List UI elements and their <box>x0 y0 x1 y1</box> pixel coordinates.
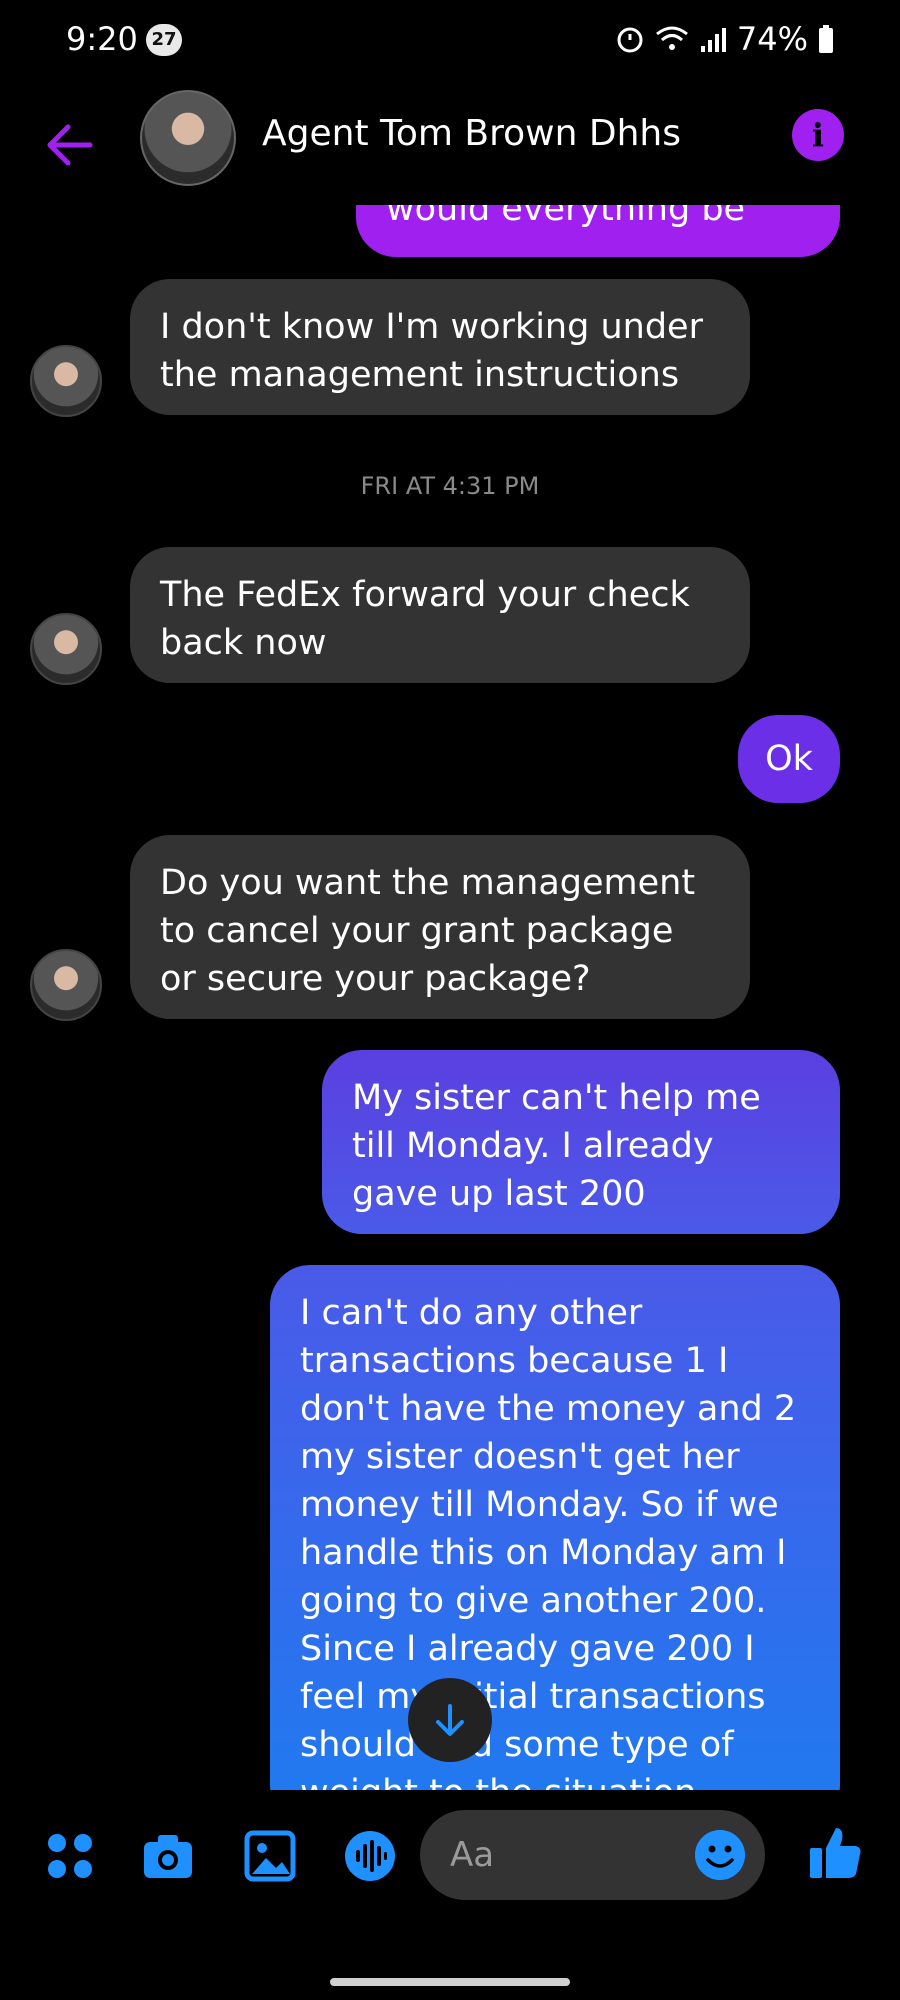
camera-icon[interactable] <box>142 1830 194 1882</box>
menu-dots-icon[interactable] <box>44 1830 96 1882</box>
message-incoming: The FedEx forward your check back now <box>130 547 750 683</box>
message-timestamp: FRI AT 4:31 PM <box>360 472 540 500</box>
message-text: My sister can't help me till Monday. I a… <box>352 1078 761 1214</box>
message-text: would everything be <box>386 205 746 229</box>
message-text: Do you want the management to cancel you… <box>160 863 696 999</box>
battery-percent: 74% <box>736 20 808 58</box>
message-text: The FedEx forward your check back now <box>160 575 690 663</box>
conversation-header: Agent Tom Brown Dhhs i <box>0 85 900 205</box>
thumbs-up-icon[interactable] <box>806 1824 864 1882</box>
message-outgoing: Ok <box>738 715 840 803</box>
microphone-icon[interactable] <box>344 1830 396 1882</box>
info-icon[interactable]: i <box>792 109 844 161</box>
emoji-icon[interactable] <box>695 1830 745 1880</box>
notification-count-badge: 27 <box>146 24 182 56</box>
status-bar: 9:20 27 74% <box>0 0 900 80</box>
status-time: 9:20 <box>66 20 138 58</box>
status-right: 74% <box>615 20 834 58</box>
message-outgoing: would everything be <box>356 205 840 257</box>
battery-icon <box>819 25 833 53</box>
sender-avatar[interactable] <box>30 949 102 1021</box>
message-list[interactable]: would everything be I don't know I'm wor… <box>0 205 900 1790</box>
message-input-placeholder: Aa <box>450 1835 495 1875</box>
composer-bar: Aa <box>0 1800 900 1910</box>
message-incoming: I don't know I'm working under the manag… <box>130 279 750 415</box>
home-indicator[interactable] <box>330 1978 570 1986</box>
message-input[interactable]: Aa <box>420 1810 765 1900</box>
gallery-icon[interactable] <box>244 1830 296 1882</box>
message-text: I can't do any other transactions becaus… <box>300 1293 797 1790</box>
message-outgoing: My sister can't help me till Monday. I a… <box>322 1050 840 1234</box>
scroll-down-icon <box>436 1704 464 1736</box>
message-text: I don't know I'm working under the manag… <box>160 307 703 395</box>
contact-name[interactable]: Agent Tom Brown Dhhs <box>262 113 681 154</box>
back-arrow-icon[interactable] <box>40 115 100 175</box>
wifi-icon <box>655 26 688 50</box>
contact-avatar[interactable] <box>140 90 236 186</box>
message-text: Ok <box>765 739 813 779</box>
signal-icon <box>700 28 726 52</box>
message-outgoing: I can't do any other transactions becaus… <box>270 1265 840 1790</box>
sender-avatar[interactable] <box>30 613 102 685</box>
scroll-down-button[interactable] <box>408 1678 492 1762</box>
sender-avatar[interactable] <box>30 345 102 417</box>
message-incoming: Do you want the management to cancel you… <box>130 835 750 1019</box>
alarm-icon <box>617 27 643 53</box>
